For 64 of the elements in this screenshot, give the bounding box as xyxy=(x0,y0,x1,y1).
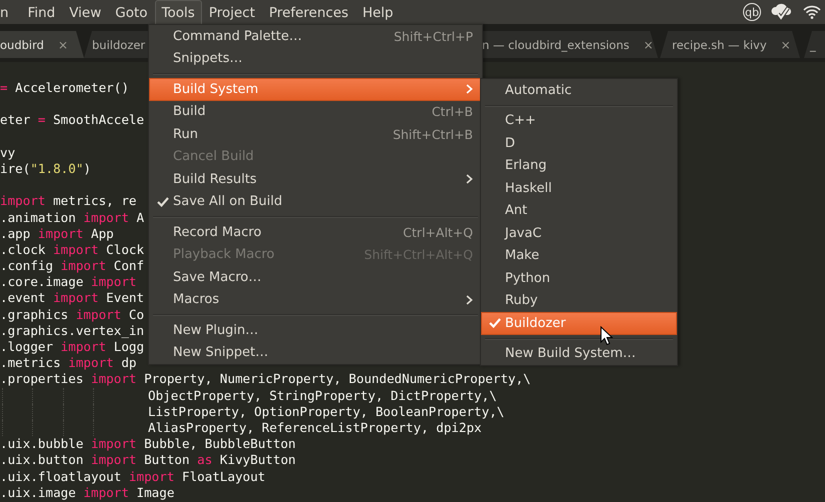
menu-item[interactable]: Make xyxy=(481,244,677,267)
close-icon[interactable]: × xyxy=(58,38,68,52)
menu-item[interactable]: Command Palette… Shift+Ctrl+P xyxy=(149,25,482,48)
menu-item[interactable]: Build Ctrl+B xyxy=(149,100,482,123)
code-line: ire("1.8.0") xyxy=(0,160,92,176)
menu-bar-item[interactable]: Find xyxy=(20,0,62,24)
menu-item[interactable]: C++ xyxy=(481,110,677,132)
code-line: ListProperty, OptionProperty, BooleanProperty,\ xyxy=(148,404,504,419)
code-line: .properties import Property, NumericProperty, BoundedNumericProperty,\ xyxy=(0,371,531,386)
menu-item[interactable]: D xyxy=(481,132,677,154)
editor-tab[interactable]: n — cloudbird_extensions × xyxy=(480,31,658,58)
close-icon[interactable]: × xyxy=(780,38,791,52)
menu-item[interactable]: Ruby xyxy=(481,290,677,312)
menu-item[interactable]: Haskell xyxy=(481,177,677,200)
code-line: .graphics import Co xyxy=(0,306,144,322)
code-line: .animation import A xyxy=(0,210,144,224)
editor-tab[interactable]: recipe.sh — kivy × xyxy=(660,31,800,58)
code-line: ObjectProperty, StringProperty, DictProperty,\ xyxy=(148,388,497,403)
code-line: .logger import Logg xyxy=(0,339,144,354)
wifi-icon[interactable] xyxy=(803,5,821,19)
menu-item[interactable]: Automatic xyxy=(481,79,677,102)
tray-badge-icon[interactable]: qb xyxy=(743,3,761,21)
menu-item[interactable]: New Build System… xyxy=(481,342,677,365)
code-line: .uix.button import Button as KivyButton xyxy=(0,452,296,468)
menu-item[interactable]: Ant xyxy=(481,200,677,222)
code-line: = Accelerometer() xyxy=(0,80,129,95)
menu-bar-item[interactable]: Help xyxy=(355,0,400,24)
code-line: vy xyxy=(0,144,16,160)
code-line: .config import Conf xyxy=(0,258,144,274)
code-line: .graphics.vertex_in xyxy=(0,322,144,338)
code-line: import metrics, re xyxy=(0,193,136,208)
code-line: .uix.bubble import Bubble, BubbleButton xyxy=(0,436,296,452)
menu-item[interactable]: Erlang xyxy=(481,154,677,177)
code-line: .core.image import xyxy=(0,274,136,290)
close-icon[interactable]: × xyxy=(643,38,654,52)
menu-bar-item[interactable]: Project xyxy=(202,0,262,24)
menu-item[interactable]: Snippets… xyxy=(149,48,482,70)
menu-bar-item[interactable]: View xyxy=(62,0,108,24)
editor-tab[interactable]: _ xyxy=(804,31,825,58)
menu-item[interactable]: Run Shift+Ctrl+B xyxy=(149,123,482,146)
code-line: AliasProperty, ReferenceListProperty, dpi2px xyxy=(148,420,482,435)
editor-tab[interactable]: oudbird × xyxy=(0,31,84,58)
code-line: eter = SmoothAccele xyxy=(0,112,144,128)
code-line: .clock import Clock xyxy=(0,242,144,257)
code-line: .event import Event xyxy=(0,290,144,306)
mouse-pointer-icon xyxy=(600,326,613,346)
menu-item[interactable]: Save All on Build xyxy=(149,190,482,213)
menu-bar-item[interactable]: Preferences xyxy=(262,0,356,24)
code-line: .uix.floatlayout import FloatLayout xyxy=(0,468,266,484)
menu-item[interactable]: Python xyxy=(481,267,677,290)
menu-item[interactable]: New Plugin… xyxy=(149,319,482,342)
menu-item[interactable]: Build Results xyxy=(149,168,482,190)
code-line: .app import App xyxy=(0,226,114,241)
cloud-check-icon[interactable] xyxy=(770,2,794,22)
code-line: .metrics import dp xyxy=(0,355,136,370)
menu-item[interactable]: Save Macro… xyxy=(149,266,482,288)
code-line: .uix.image import Image xyxy=(0,484,174,500)
menu-item[interactable]: JavaC xyxy=(481,222,677,244)
menu-item[interactable]: New Snippet… xyxy=(149,342,482,364)
menu-bar-item[interactable]: Tools xyxy=(154,0,202,24)
menu-item[interactable]: Record Macro Ctrl+Alt+Q xyxy=(149,221,482,244)
menu-item[interactable]: Macros xyxy=(149,288,482,311)
menu-bar-item[interactable]: Goto xyxy=(108,0,155,24)
menu-bar-item[interactable]: n xyxy=(0,0,16,24)
